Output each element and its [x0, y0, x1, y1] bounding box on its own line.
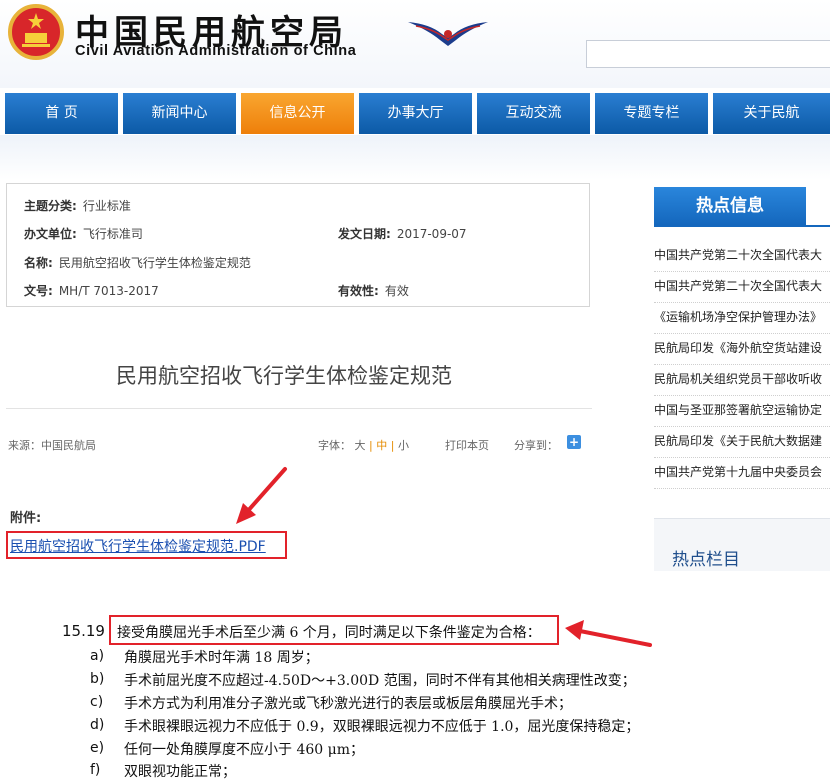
- print-link[interactable]: 打印本页: [445, 437, 489, 453]
- main-nav: 首 页 新闻中心 信息公开 办事大厅 互动交流 专题专栏 关于民航: [0, 93, 830, 135]
- site-header: 中国民用航空局 Civil Aviation Administration of…: [0, 0, 830, 88]
- attachment-highlight-box: 民用航空招收飞行学生体检鉴定规范.PDF: [6, 531, 287, 559]
- hot-info-tab[interactable]: 热点信息: [654, 187, 806, 225]
- font-medium-button[interactable]: 中: [376, 439, 387, 452]
- hot-info-underline: [654, 225, 830, 227]
- title-divider: [6, 408, 592, 409]
- info-issuer-label: 办文单位:: [24, 227, 77, 241]
- item-letter: a): [90, 648, 105, 664]
- info-issuer: 办文单位: 飞行标准司: [24, 225, 143, 242]
- item-text: 双眼视功能正常；: [124, 764, 236, 780]
- share-label: 分享到：: [514, 439, 558, 452]
- hot-column-title: 热点栏目: [672, 550, 740, 570]
- info-issuer-value: 飞行标准司: [82, 227, 143, 241]
- info-category-label: 主题分类:: [24, 199, 77, 213]
- font-sep-2: |: [390, 439, 395, 452]
- document-excerpt: 15.19 接受角膜屈光手术后至少满 6 个月，同时满足以下条件鉴定为合格： a…: [0, 582, 830, 780]
- hot-item[interactable]: 民航局印发《海外航空货站建设: [654, 333, 830, 365]
- hot-item[interactable]: 民航局印发《关于民航大数据建: [654, 426, 830, 458]
- info-name-value: 民用航空招收飞行学生体检鉴定规范: [58, 256, 251, 270]
- hot-item[interactable]: 中国共产党第十九届中央委员会: [654, 457, 830, 489]
- font-small-button[interactable]: 小: [398, 439, 409, 452]
- article-title: 民用航空招收飞行学生体检鉴定规范: [116, 364, 452, 388]
- clause-highlight-box: 接受角膜屈光手术后至少满 6 个月，同时满足以下条件鉴定为合格：: [109, 615, 559, 645]
- font-size-label: 字体：: [318, 439, 351, 452]
- plus-icon[interactable]: +: [567, 435, 581, 449]
- item-letter: c): [90, 694, 104, 710]
- info-validity-label: 有效性:: [338, 284, 379, 298]
- item-text: 手术方式为利用准分子激光或飞秒激光进行的表层或板层角膜屈光手术；: [124, 696, 572, 712]
- item-letter: e): [90, 740, 105, 756]
- font-large-button[interactable]: 大: [355, 439, 366, 452]
- item-letter: b): [90, 671, 105, 687]
- item-text: 手术前屈光度不应超过-4.50D～+3.00D 范围，同时不伴有其他相关病理性改…: [124, 673, 636, 689]
- item-text: 任何一处角膜厚度不应小于 460 μm；: [124, 742, 364, 758]
- info-docno-label: 文号:: [24, 284, 53, 298]
- article-source: 来源：中国民航局: [8, 439, 96, 452]
- hot-item[interactable]: 中国与圣亚那签署航空运输协定: [654, 395, 830, 427]
- caac-wings-logo-icon: [408, 22, 488, 46]
- item-text: 手术眼裸眼远视力不应低于 0.9，双眼裸眼远视力不应低于 1.0，屈光度保持稳定…: [124, 719, 640, 735]
- attachment-label: 附件:: [10, 511, 42, 526]
- hot-item[interactable]: 中国共产党第二十次全国代表大: [654, 240, 830, 272]
- font-size-controls: 字体： 大 | 中 | 小: [318, 437, 409, 453]
- header-fade: [0, 135, 830, 180]
- red-arrow-icon: [236, 467, 287, 524]
- nav-about[interactable]: 关于民航: [713, 93, 830, 134]
- item-letter: f): [90, 762, 101, 778]
- info-docno-value: MH/T 7013-2017: [58, 284, 159, 298]
- item-text: 角膜屈光手术时年满 18 周岁；: [124, 650, 319, 666]
- nav-info-public[interactable]: 信息公开: [241, 93, 354, 134]
- info-date-value: 2017-09-07: [396, 227, 467, 241]
- info-validity-value: 有效: [384, 284, 409, 298]
- info-name: 名称: 民用航空招收飞行学生体检鉴定规范: [24, 254, 251, 271]
- nav-interaction[interactable]: 互动交流: [477, 93, 590, 134]
- nav-services[interactable]: 办事大厅: [359, 93, 472, 134]
- font-sep-1: |: [369, 439, 373, 452]
- clause-number: 15.19: [62, 622, 105, 640]
- attachment-pdf-link[interactable]: 民用航空招收飞行学生体检鉴定规范.PDF: [10, 536, 266, 556]
- nav-topics[interactable]: 专题专栏: [595, 93, 708, 134]
- clause-heading: 接受角膜屈光手术后至少满 6 个月，同时满足以下条件鉴定为合格：: [117, 625, 541, 641]
- search-input[interactable]: [586, 40, 830, 68]
- site-title-en: Civil Aviation Administration of China: [75, 43, 357, 59]
- nav-news[interactable]: 新闻中心: [123, 93, 236, 134]
- info-validity: 有效性: 有效: [338, 282, 409, 299]
- info-docno: 文号: MH/T 7013-2017: [24, 282, 159, 299]
- document-info-box: 主题分类: 行业标准 办文单位: 飞行标准司 发文日期: 2017-09-07 名称:…: [6, 183, 590, 307]
- item-letter: d): [90, 717, 105, 733]
- hot-item[interactable]: 《运输机场净空保护管理办法》: [654, 302, 830, 334]
- hot-item[interactable]: 中国共产党第二十次全国代表大: [654, 271, 830, 303]
- info-category: 主题分类: 行业标准: [24, 197, 131, 214]
- national-emblem-icon: [8, 4, 64, 60]
- info-name-label: 名称:: [24, 256, 53, 270]
- nav-home[interactable]: 首 页: [5, 93, 118, 134]
- info-category-value: 行业标准: [82, 199, 131, 213]
- info-date-label: 发文日期:: [338, 227, 391, 241]
- info-date: 发文日期: 2017-09-07: [338, 225, 467, 242]
- hot-column-box: 热点栏目: [654, 518, 830, 571]
- hot-item[interactable]: 民航局机关组织党员干部收听收: [654, 364, 830, 396]
